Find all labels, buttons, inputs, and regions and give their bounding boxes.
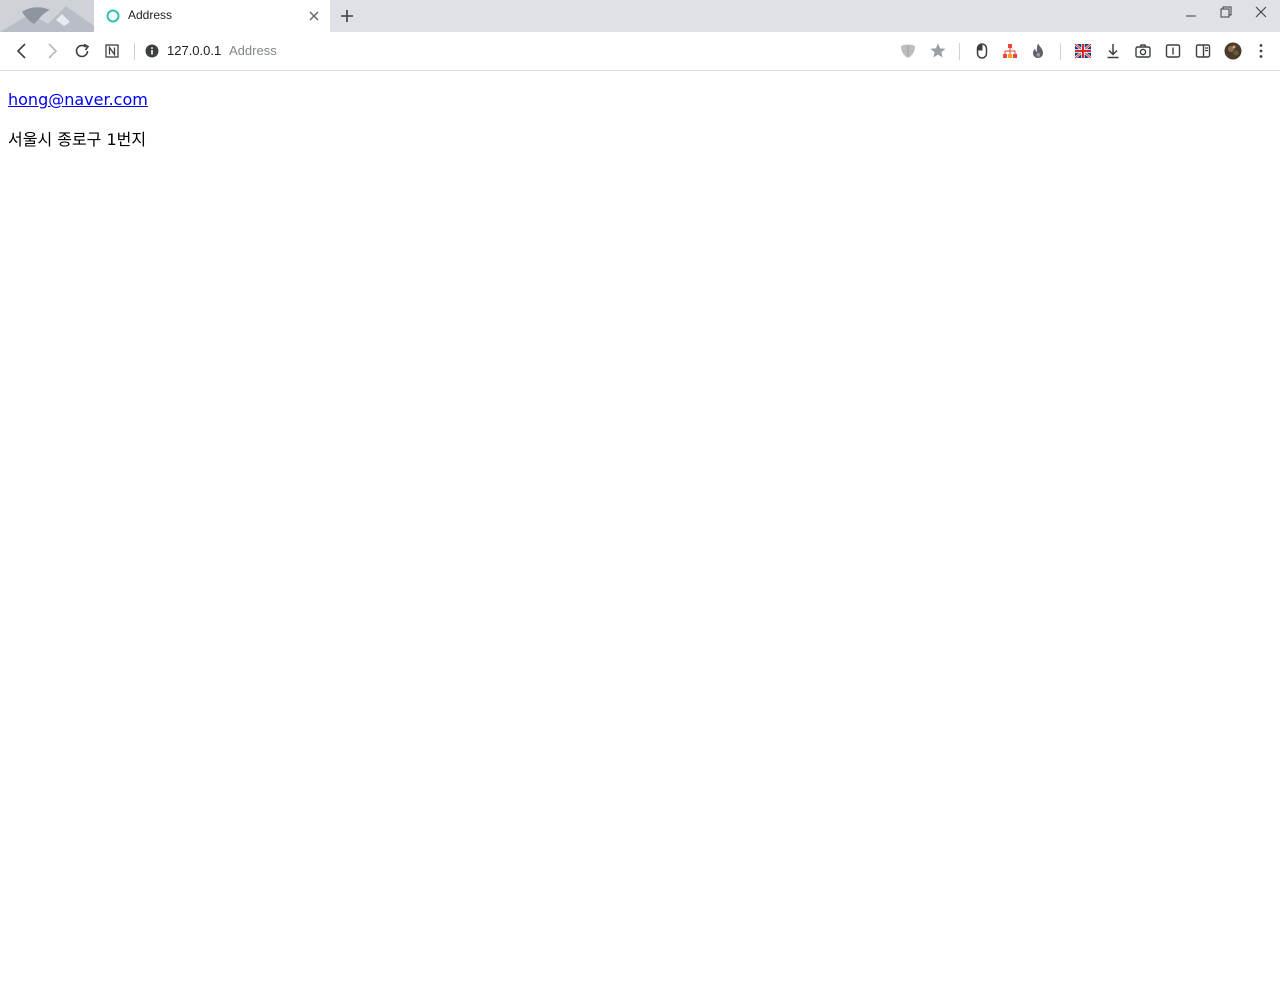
restore-icon[interactable] <box>1213 4 1237 24</box>
info-icon[interactable] <box>142 41 162 61</box>
mouse-extension-icon[interactable] <box>972 41 992 61</box>
tab-strip: Address <box>0 0 1280 32</box>
profile-avatar[interactable] <box>1223 41 1243 61</box>
bookmark-star-icon[interactable] <box>928 41 948 61</box>
reload-icon[interactable] <box>72 41 92 61</box>
address-text: 서울시 종로구 1번지 <box>8 130 147 149</box>
address-bar-page-title[interactable]: Address <box>229 43 277 58</box>
toolbar-divider <box>959 43 960 60</box>
tab-title: Address <box>128 8 173 22</box>
minimize-icon[interactable] <box>1179 4 1203 24</box>
camera-icon[interactable] <box>1133 41 1153 61</box>
email-link[interactable]: hong@naver.com <box>8 90 148 109</box>
reader-mode-icon[interactable] <box>1163 41 1183 61</box>
sidebar-icon[interactable] <box>1193 41 1213 61</box>
toolbar-divider <box>1060 43 1061 60</box>
toolbar-divider <box>134 43 135 60</box>
page-content: hong@naver.com 서울시 종로구 1번지 <box>0 72 1280 984</box>
fire-extension-icon[interactable] <box>1028 41 1048 61</box>
download-icon[interactable] <box>1103 41 1123 61</box>
forward-icon[interactable] <box>42 41 62 61</box>
menu-kebab-icon[interactable] <box>1251 41 1271 61</box>
tab-close-icon[interactable] <box>306 8 322 24</box>
address-bar-host[interactable]: 127.0.0.1 <box>167 43 221 58</box>
back-icon[interactable] <box>12 41 32 61</box>
flag-extension-icon[interactable] <box>1073 41 1093 61</box>
close-icon[interactable] <box>1249 4 1273 24</box>
circle-icon <box>106 9 120 23</box>
browser-toolbar: 127.0.0.1 Address <box>0 32 1280 71</box>
shield-icon[interactable] <box>898 41 918 61</box>
notion-icon[interactable] <box>102 41 122 61</box>
tab-address[interactable]: Address <box>94 0 330 32</box>
sitemap-extension-icon[interactable] <box>1000 41 1020 61</box>
plus-icon[interactable] <box>338 7 356 25</box>
tab-strip-wallpaper <box>0 0 94 32</box>
